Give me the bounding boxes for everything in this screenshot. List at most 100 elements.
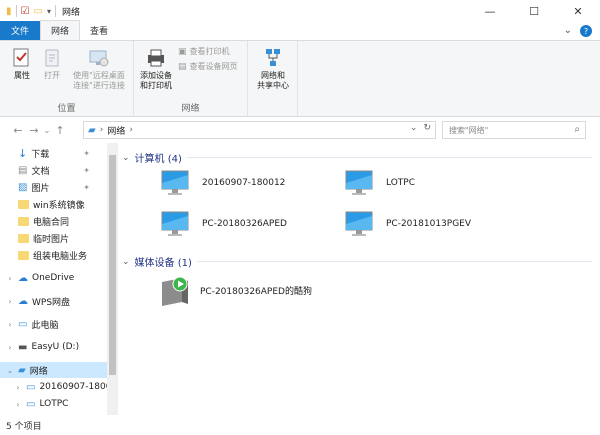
pin-icon[interactable]: ✦: [83, 149, 90, 158]
media-server-icon: [162, 276, 188, 306]
open-button[interactable]: 打开: [38, 47, 66, 81]
nav-item-label: 组装电脑业务: [33, 251, 88, 262]
network-center-label-2: 共享中心: [257, 81, 289, 90]
chevron-down-icon[interactable]: ⌄: [6, 366, 14, 375]
view-printers-icon: ▣: [178, 46, 187, 57]
chevron-right-icon[interactable]: ›: [6, 297, 14, 306]
nav-item-documents[interactable]: ▤ 文档 ✦: [18, 162, 104, 178]
computer-icon: ▭: [18, 318, 28, 330]
document-icon: ▤: [18, 164, 28, 176]
qat-dropdown-icon[interactable]: ▾: [47, 7, 51, 16]
computer-icon: [345, 170, 373, 195]
nav-item-downloads[interactable]: ↓ 下载 ✦: [18, 145, 104, 161]
recent-dropdown-icon[interactable]: ⌄: [42, 126, 52, 135]
nav-item-label: WPS网盘: [32, 297, 71, 308]
maximize-button[interactable]: ☐: [512, 0, 556, 22]
computer-name: 20160907-180012: [202, 178, 286, 188]
view-device-webpage-button[interactable]: ▤ 查看设备网页: [178, 61, 238, 72]
nav-item-network[interactable]: ⌄ ▰ 网络: [0, 362, 107, 378]
printer-icon: [148, 49, 164, 67]
nav-item-network-computer[interactable]: › ▭ LOTPC: [14, 396, 68, 412]
ribbon-right-controls: ⌄ ?: [564, 25, 592, 37]
divider: [15, 5, 17, 17]
nav-scrollbar[interactable]: [107, 143, 118, 415]
ribbon: 属性 打开 使用"远程桌面 连接"进行连接 位置 添加设备 和打印机 ▣ 查看打…: [0, 41, 600, 117]
chevron-right-icon[interactable]: ›: [100, 125, 104, 135]
computer-item[interactable]: PC-20181013PGEV: [344, 210, 471, 238]
address-segment-network[interactable]: 网络: [107, 124, 125, 137]
tab-file[interactable]: 文件: [0, 21, 40, 40]
nav-item-folder[interactable]: win系统镜像: [18, 196, 85, 212]
address-bar[interactable]: ▰ › 网络 › ⌄ ↻: [83, 121, 436, 139]
group-header-media[interactable]: ⌄ 媒体设备 (1): [122, 254, 592, 269]
view-webpage-label: 查看设备网页: [189, 62, 238, 71]
remote-desktop-icon: [89, 50, 109, 67]
nav-item-onedrive[interactable]: › ☁ OneDrive: [6, 270, 74, 286]
open-icon: [45, 49, 59, 67]
tab-view[interactable]: 查看: [80, 21, 118, 40]
divider: [186, 157, 592, 158]
tab-network[interactable]: 网络: [40, 20, 81, 40]
new-folder-icon[interactable]: ▭: [33, 6, 42, 17]
computer-icon: ▭: [26, 398, 36, 410]
nav-item-label: 文档: [31, 166, 50, 177]
help-icon[interactable]: ?: [580, 25, 592, 37]
close-button[interactable]: ✕: [556, 0, 600, 22]
nav-item-folder[interactable]: 组装电脑业务: [18, 247, 87, 263]
chevron-right-icon[interactable]: ›: [6, 274, 14, 283]
nav-item-label: 临时图片: [33, 234, 70, 245]
network-sharing-center-button[interactable]: 网络和 共享中心: [252, 47, 294, 91]
nav-item-pictures[interactable]: ▨ 图片 ✦: [18, 179, 104, 195]
nav-item-folder[interactable]: 临时图片: [18, 230, 69, 246]
wps-cloud-icon: ☁: [18, 295, 28, 307]
address-dropdown-icon[interactable]: ⌄: [410, 123, 418, 133]
computer-item[interactable]: PC-20180326APED: [160, 210, 287, 238]
chevron-right-icon[interactable]: ›: [14, 400, 22, 409]
computer-icon: [345, 211, 373, 236]
computer-icon: ▭: [26, 381, 36, 393]
chevron-down-icon[interactable]: ⌄: [122, 257, 130, 267]
navigation-pane: ↓ 下载 ✦ ▤ 文档 ✦ ▨ 图片 ✦ win系统镜像 电脑合同 临时图片 组…: [0, 143, 118, 415]
ribbon-group-center: 网络和 共享中心: [248, 41, 298, 117]
scrollbar-thumb[interactable]: [109, 155, 116, 375]
properties-icon: [13, 48, 29, 67]
ribbon-group-label-network: 网络: [181, 104, 200, 114]
back-button[interactable]: ←: [10, 124, 26, 137]
add-device-button[interactable]: 添加设备 和打印机: [136, 47, 176, 91]
address-toolbar: ← → ⌄ ↑ ▰ › 网络 › ⌄ ↻ 搜索"网络" ⌕: [0, 117, 600, 143]
view-printers-button[interactable]: ▣ 查看打印机: [178, 46, 230, 57]
ribbon-collapse-icon[interactable]: ⌄: [564, 25, 572, 37]
computer-item[interactable]: LOTPC: [344, 169, 415, 197]
up-button[interactable]: ↑: [52, 124, 68, 137]
properties-button[interactable]: 属性: [8, 47, 36, 81]
chevron-right-icon[interactable]: ›: [14, 383, 22, 392]
chevron-right-icon[interactable]: ›: [6, 343, 14, 352]
refresh-icon[interactable]: ↻: [423, 123, 431, 133]
nav-item-this-pc[interactable]: › ▭ 此电脑: [6, 316, 58, 332]
search-input[interactable]: 搜索"网络" ⌕: [442, 121, 586, 139]
group-header-computers[interactable]: ⌄ 计算机 (4): [122, 150, 592, 165]
media-device-item[interactable]: PC-20180326APED的酷狗: [158, 273, 312, 307]
chevron-right-icon[interactable]: ›: [6, 320, 14, 329]
nav-item-folder[interactable]: 电脑合同: [18, 213, 69, 229]
group-header-label: 媒体设备 (1): [134, 258, 192, 269]
chevron-right-icon[interactable]: ›: [129, 125, 133, 135]
pin-icon[interactable]: ✦: [83, 183, 90, 192]
nav-item-drive[interactable]: › ▬ EasyU (D:): [6, 339, 79, 355]
minimize-button[interactable]: —: [468, 0, 512, 22]
remote-desktop-button[interactable]: 使用"远程桌面 连接"进行连接: [66, 47, 132, 91]
nav-item-wps-drive[interactable]: › ☁ WPS网盘: [6, 293, 70, 309]
properties-check-icon[interactable]: ☑: [21, 6, 30, 17]
title-bar: ▮ ☑ ▭ ▾ 网络 — ☐ ✕: [0, 0, 600, 22]
nav-item-label: 20160907-1800: [39, 382, 112, 392]
forward-button[interactable]: →: [26, 124, 42, 137]
chevron-down-icon[interactable]: ⌄: [122, 153, 130, 163]
nav-item-label: LOTPC: [39, 399, 69, 409]
watermark-logo-icon: [431, 362, 467, 404]
search-icon[interactable]: ⌕: [574, 124, 580, 135]
pin-icon[interactable]: ✦: [83, 166, 90, 175]
computer-item[interactable]: 20160907-180012: [160, 169, 285, 197]
view-printers-label: 查看打印机: [189, 47, 230, 56]
watermark-text: 硬件之家: [474, 368, 578, 396]
nav-item-network-computer[interactable]: › ▭ 20160907-1800: [14, 379, 111, 395]
